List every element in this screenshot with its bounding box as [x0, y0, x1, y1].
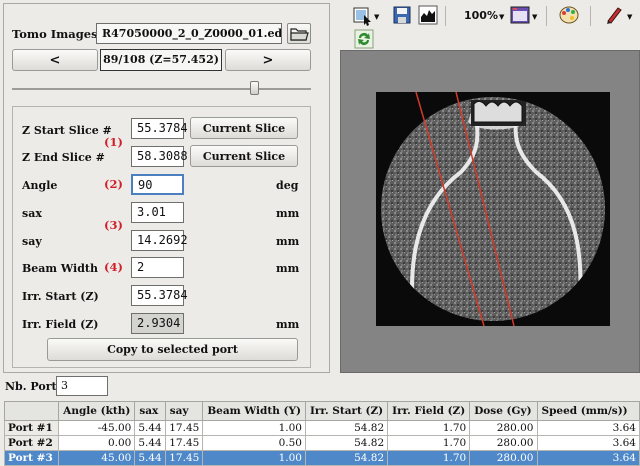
angle-input[interactable]: 90 — [131, 174, 184, 195]
table-row[interactable]: Port #2 0.00 5.44 17.45 0.50 54.82 1.70 … — [3, 435, 640, 451]
table-cell[interactable]: 3.64 — [536, 450, 640, 466]
table-cell[interactable]: 3.64 — [536, 420, 640, 436]
table-row[interactable]: Port #1 -45.00 5.44 17.45 1.00 54.82 1.7… — [3, 420, 640, 436]
toolbar-separator — [590, 6, 591, 26]
irr-field-input: 2.9304 — [131, 313, 184, 334]
ct-slice-graphic — [376, 91, 610, 327]
say-label: say — [22, 235, 42, 248]
irr-field-unit: mm — [276, 318, 300, 331]
toolbar-separator — [445, 6, 446, 26]
slice-slider-track[interactable] — [12, 88, 311, 90]
column-header[interactable]: Beam Width (Y) — [202, 401, 306, 421]
column-header[interactable]: Speed (mm/s)) — [536, 401, 640, 421]
select-tool-icon[interactable] — [352, 5, 372, 26]
tomo-images-label: Tomo Images — [12, 27, 98, 41]
table-cell[interactable]: 1.00 — [202, 420, 306, 436]
table-cell[interactable]: 3.64 — [536, 435, 640, 451]
select-tool-dropdown-icon[interactable]: ▼ — [374, 13, 379, 21]
beam-width-unit: mm — [276, 262, 300, 275]
z-start-input[interactable]: 55.3784 — [131, 118, 188, 139]
window-dropdown-icon[interactable]: ▼ — [532, 13, 537, 21]
table-cell[interactable]: 17.45 — [164, 420, 204, 436]
table-cell[interactable]: 54.82 — [304, 435, 389, 451]
table-header-row: Angle (kth) sax say Beam Width (Y) Irr. … — [3, 401, 640, 421]
toolbar-separator — [546, 6, 547, 26]
save-icon[interactable] — [392, 5, 412, 25]
ct-slice-image[interactable] — [376, 91, 610, 327]
ports-table: Angle (kth) sax say Beam Width (Y) Irr. … — [3, 401, 640, 466]
z-end-label: Z End Slice # — [22, 151, 105, 164]
pen-icon[interactable] — [604, 5, 624, 25]
table-cell[interactable]: 0.50 — [202, 435, 306, 451]
z-start-label: Z Start Slice # — [22, 124, 112, 137]
table-cell[interactable]: 5.44 — [134, 450, 166, 466]
viewer-toolbar: ▼ 100% ▼ ▼ ▼ — [338, 3, 640, 29]
table-cell[interactable]: 280.00 — [469, 420, 538, 436]
tomo-file-field[interactable]: R47050000_2_0_Z0000_01.edf — [96, 23, 282, 44]
table-cell[interactable]: -45.00 — [58, 420, 136, 436]
pen-dropdown-icon[interactable]: ▼ — [627, 13, 632, 21]
angle-label: Angle — [22, 179, 58, 192]
marker-3: (3) — [104, 218, 123, 232]
table-cell[interactable]: 1.00 — [202, 450, 306, 466]
marker-4: (4) — [104, 260, 123, 274]
column-header[interactable]: Irr. Field (Z) — [387, 401, 471, 421]
row-header[interactable]: Port #1 — [3, 420, 60, 436]
beam-width-input[interactable]: 2 — [131, 257, 184, 278]
table-cell[interactable]: 5.44 — [134, 435, 166, 451]
table-cell[interactable]: 1.70 — [387, 435, 471, 451]
nb-port-input[interactable]: 3 — [56, 376, 108, 396]
row-header[interactable]: Port #2 — [3, 435, 60, 451]
table-cell[interactable]: 17.45 — [164, 435, 204, 451]
z-end-current-slice-button[interactable]: Current Slice — [190, 145, 298, 167]
column-header[interactable]: Dose (Gy) — [469, 401, 538, 421]
slice-slider-thumb[interactable] — [249, 81, 259, 95]
angle-unit: deg — [276, 179, 299, 192]
sax-label: sax — [22, 207, 42, 220]
table-cell[interactable]: 54.82 — [304, 420, 389, 436]
table-cell[interactable]: 1.70 — [387, 420, 471, 436]
histogram-icon[interactable] — [418, 5, 438, 25]
zoom-level[interactable]: 100% — [464, 9, 498, 22]
table-row-selected[interactable]: Port #3 45.00 5.44 17.45 1.00 54.82 1.70… — [3, 450, 640, 466]
marker-2: (2) — [104, 177, 123, 191]
table-cell[interactable]: 17.45 — [164, 450, 204, 466]
table-cell[interactable]: 1.70 — [387, 450, 471, 466]
table-cell[interactable]: 5.44 — [134, 420, 166, 436]
z-start-current-slice-button[interactable]: Current Slice — [190, 117, 298, 139]
open-folder-button[interactable] — [287, 23, 311, 44]
irr-start-input[interactable]: 55.3784 — [131, 285, 188, 306]
nb-port-label: Nb. Port — [5, 380, 57, 393]
sax-input[interactable]: 3.01 — [131, 202, 184, 223]
z-end-input[interactable]: 58.3088 — [131, 146, 188, 167]
table-cell[interactable]: 54.82 — [304, 450, 389, 466]
window-icon[interactable] — [510, 5, 530, 25]
zoom-dropdown-icon[interactable]: ▼ — [499, 13, 504, 21]
column-header[interactable] — [3, 401, 60, 421]
palette-icon[interactable] — [558, 5, 579, 25]
irr-start-label: Irr. Start (Z) — [22, 290, 99, 303]
table-cell[interactable]: 45.00 — [58, 450, 136, 466]
table-cell[interactable]: 280.00 — [469, 450, 538, 466]
refresh-icon[interactable] — [354, 29, 374, 49]
column-header[interactable]: say — [164, 401, 204, 421]
row-header[interactable]: Port #3 — [3, 450, 60, 466]
copy-to-selected-port-button[interactable]: Copy to selected port — [47, 338, 298, 361]
marker-1: (1) — [104, 135, 123, 149]
column-header[interactable]: sax — [134, 401, 166, 421]
column-header[interactable]: Irr. Start (Z) — [304, 401, 389, 421]
next-slice-button[interactable]: > — [225, 49, 311, 71]
column-header[interactable]: Angle (kth) — [58, 401, 136, 421]
folder-icon — [290, 28, 309, 41]
sax-unit: mm — [276, 207, 300, 220]
table-cell[interactable]: 280.00 — [469, 435, 538, 451]
irr-field-label: Irr. Field (Z) — [22, 318, 99, 331]
say-input[interactable]: 14.2692 — [131, 230, 188, 251]
table-cell[interactable]: 0.00 — [58, 435, 136, 451]
slice-position-display: 89/108 (Z=57.452) — [100, 49, 222, 71]
previous-slice-button[interactable]: < — [12, 49, 98, 71]
say-unit: mm — [276, 235, 300, 248]
beam-width-label: Beam Width — [22, 262, 99, 275]
